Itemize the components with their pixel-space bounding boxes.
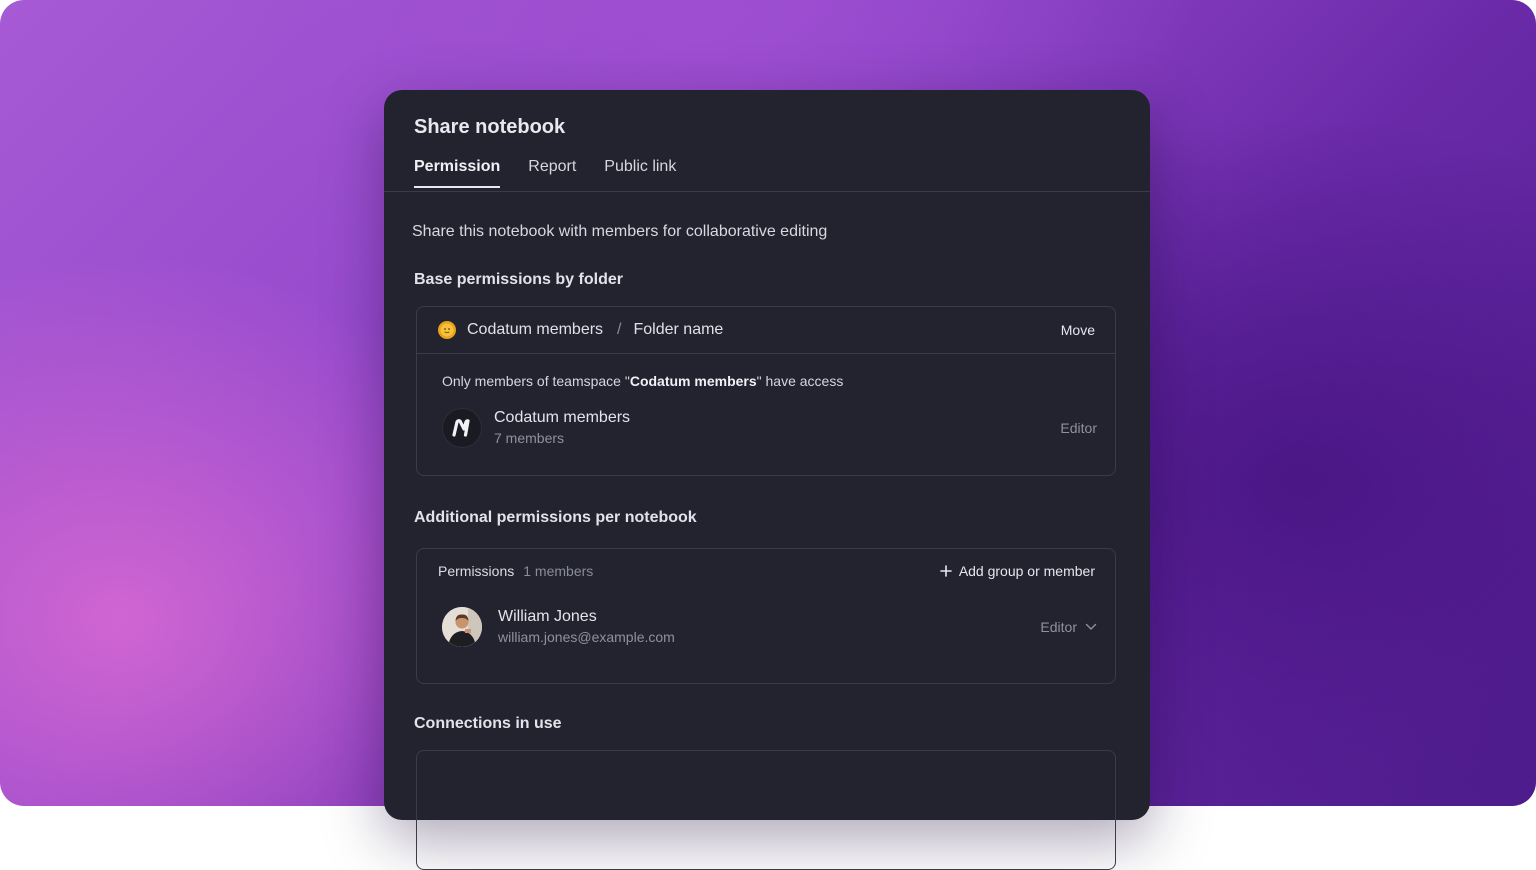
- team-member-text: Codatum members 7 members: [494, 408, 630, 448]
- connections-heading: Connections in use: [414, 715, 562, 732]
- permissions-count: 1 members: [523, 563, 594, 579]
- team-member-role: Editor: [1060, 420, 1097, 436]
- avatar: [442, 607, 482, 647]
- permissions-header: Permissions 1 members Add group or membe…: [438, 563, 1095, 579]
- path-separator: /: [617, 321, 622, 338]
- tab-public-link[interactable]: Public link: [604, 158, 676, 188]
- member-name: William Jones: [498, 608, 597, 625]
- access-note-team: Codatum members: [629, 373, 757, 389]
- team-member-count: 7 members: [494, 430, 565, 446]
- folder-path-row: Codatum members / Folder name Move: [417, 307, 1115, 354]
- tab-divider: [384, 191, 1150, 192]
- member-text: William Jones william.jones@example.com: [498, 607, 675, 647]
- tab-bar: Permission Report Public link: [414, 158, 704, 188]
- member-row: William Jones william.jones@example.com …: [442, 607, 1097, 647]
- base-permissions-card: Codatum members / Folder name Move Only …: [416, 306, 1116, 476]
- connections-card: [416, 750, 1116, 870]
- access-note-prefix: Only members of teamspace ": [442, 373, 630, 389]
- sun-icon: [437, 320, 457, 340]
- member-role-dropdown[interactable]: Editor: [1040, 619, 1097, 635]
- codatum-logo-icon: [442, 408, 482, 448]
- add-group-or-member-button[interactable]: Add group or member: [940, 563, 1095, 579]
- team-member-row: Codatum members 7 members Editor: [442, 408, 1097, 448]
- teamspace-name[interactable]: Codatum members: [467, 321, 603, 339]
- folder-name[interactable]: Folder name: [634, 321, 724, 339]
- tab-permission[interactable]: Permission: [414, 158, 501, 188]
- share-notebook-dialog: Share notebook Permission Report Public …: [384, 90, 1150, 870]
- add-group-or-member-label: Add group or member: [958, 563, 1095, 579]
- dialog-title: Share notebook: [414, 116, 566, 138]
- tab-report[interactable]: Report: [528, 158, 576, 188]
- intro-text: Share this notebook with members for col…: [412, 223, 828, 240]
- access-note: Only members of teamspace "Codatum membe…: [442, 373, 843, 389]
- move-button[interactable]: Move: [1061, 322, 1095, 338]
- additional-permissions-heading: Additional permissions per notebook: [414, 509, 697, 526]
- team-member-name: Codatum members: [494, 409, 631, 426]
- access-note-suffix: " have access: [756, 373, 844, 389]
- member-role-label: Editor: [1040, 619, 1077, 635]
- base-permissions-heading: Base permissions by folder: [414, 271, 623, 288]
- member-email: william.jones@example.com: [498, 629, 675, 645]
- permissions-title: Permissions: [438, 563, 515, 579]
- plus-icon: [940, 565, 952, 577]
- additional-permissions-card: Permissions 1 members Add group or membe…: [416, 548, 1116, 684]
- chevron-down-icon: [1085, 623, 1097, 631]
